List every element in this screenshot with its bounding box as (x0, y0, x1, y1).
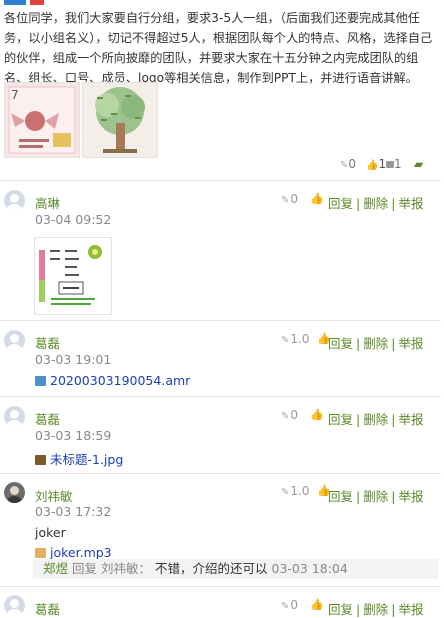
reply-label: 回复 (72, 561, 98, 576)
avatar[interactable] (4, 330, 25, 351)
delete-button[interactable]: 删除 (363, 602, 388, 617)
attachment-link[interactable]: 20200303190054.amr (50, 373, 190, 388)
attachment-link[interactable]: 未标题-1.jpg (50, 452, 123, 467)
comment-score: ✎1.0 (281, 484, 310, 498)
comment-text: joker (35, 525, 66, 540)
reply-button[interactable]: 回复 (328, 602, 353, 617)
post-text: 各位同学，我们大家要自行分组，要求3-5人一组，（后面我们还要完成其他任务，以小… (4, 11, 433, 85)
thumb-up-icon[interactable]: 👍 (310, 192, 324, 205)
reply-target[interactable]: 刘祎敏 (101, 561, 139, 576)
comment-date: 03-03 17:32 (35, 504, 112, 519)
image-file-icon (35, 455, 46, 465)
avatar[interactable] (4, 595, 25, 616)
comment-author[interactable]: 刘祎敏 (35, 486, 73, 505)
comment-actions: 回复 | 删除 | 举报 (328, 336, 424, 351)
comment-score: ✎1.0 (281, 332, 310, 346)
attachment[interactable]: joker.mp3 (35, 545, 112, 560)
avatar[interactable] (4, 482, 25, 503)
report-button[interactable]: 举报 (398, 196, 423, 211)
delete-button[interactable]: 删除 (363, 489, 388, 504)
comment-actions: 回复 | 删除 | 举报 (328, 196, 424, 211)
comment-score: ✎0 (281, 408, 299, 422)
comment-date: 03-04 09:52 (35, 212, 112, 227)
reply-item: 郑煜 回复 刘祎敏： 不错，介绍的还可以 03-03 18:04 (33, 559, 438, 579)
delete-button[interactable]: 删除 (363, 196, 388, 211)
avatar[interactable] (4, 406, 25, 427)
reply-author[interactable]: 郑煜 (43, 561, 68, 576)
post-score: ✎0 (340, 157, 357, 171)
report-button[interactable]: 举报 (398, 489, 423, 504)
audio-file-icon (35, 376, 46, 386)
pin-icon: ✎ (281, 335, 290, 346)
post-comment-count[interactable]: 1 (386, 157, 402, 171)
report-button[interactable]: 举报 (398, 412, 423, 427)
attachment[interactable]: 20200303190054.amr (35, 373, 190, 388)
post-more-icon[interactable]: ▰ (414, 157, 423, 171)
post-image-1[interactable]: 7 (4, 82, 80, 158)
tag-badge (30, 0, 44, 5)
avatar[interactable] (4, 190, 25, 211)
comment-actions: 回复 | 删除 | 举报 (328, 412, 424, 427)
reply-button[interactable]: 回复 (328, 196, 353, 211)
top-meta-bar (0, 0, 444, 6)
comment-item: 葛磊 ✎0 👍 回复 | 删除 | 举报 (0, 587, 441, 617)
thumb-up-icon[interactable]: 👍 (310, 598, 324, 611)
pin-icon: ✎ (281, 601, 290, 612)
comment-item: 葛磊 03-03 19:01 ✎1.0 👍 回复 | 删除 | 举报 202003031… (0, 321, 441, 397)
comment-actions: 回复 | 删除 | 举报 (328, 489, 424, 504)
comment-icon (386, 161, 394, 168)
comment-item: 高琳 03-04 09:52 ✎0 👍 回复 | 删除 | 举报 (0, 181, 441, 321)
reply-button[interactable]: 回复 (328, 412, 353, 427)
report-button[interactable]: 举报 (398, 602, 423, 617)
comment-score: ✎0 (281, 192, 299, 206)
reply-text: 不错，介绍的还可以 (155, 561, 268, 576)
report-button[interactable]: 举报 (398, 336, 423, 351)
comment-item: 葛磊 03-03 18:59 ✎0 👍 回复 | 删除 | 举报 未标题-1.jpg (0, 397, 441, 474)
post-image-2[interactable] (82, 82, 158, 158)
pin-icon: ✎ (281, 195, 290, 206)
svg-text:7: 7 (11, 88, 19, 102)
delete-button[interactable]: 删除 (363, 336, 388, 351)
comment-date: 03-03 18:59 (35, 428, 112, 443)
attachment[interactable]: 未标题-1.jpg (35, 449, 123, 468)
thumb-up-icon: 👍 (366, 160, 379, 171)
pin-icon: ✎ (281, 487, 290, 498)
audio-file-icon (35, 548, 46, 558)
post-like-button[interactable]: 👍1 (366, 157, 386, 171)
comment-score: ✎0 (281, 598, 299, 612)
comment-date: 03-03 19:01 (35, 352, 112, 367)
comment-author[interactable]: 葛磊 (35, 409, 60, 428)
pin-icon: ✎ (281, 411, 290, 422)
comment-image[interactable] (34, 237, 112, 315)
delete-button[interactable]: 删除 (363, 412, 388, 427)
reply-button[interactable]: 回复 (328, 336, 353, 351)
comment-author[interactable]: 高琳 (35, 193, 60, 212)
brand-tag (4, 0, 26, 5)
comment-author[interactable]: 葛磊 (35, 333, 60, 352)
attachment-link[interactable]: joker.mp3 (50, 545, 112, 560)
thumb-up-icon[interactable]: 👍 (310, 408, 324, 421)
reply-date: 03-03 18:04 (271, 561, 348, 576)
reply-button[interactable]: 回复 (328, 489, 353, 504)
